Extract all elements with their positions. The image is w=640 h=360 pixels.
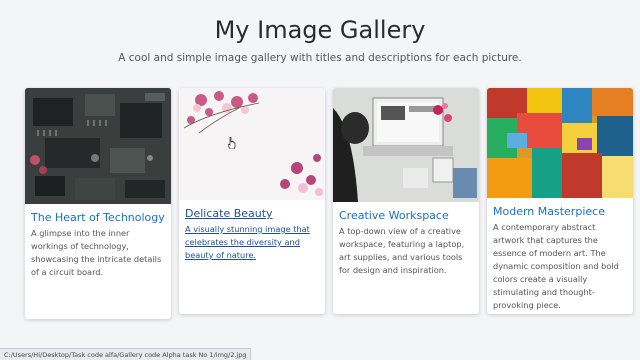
page-title: My Image Gallery	[214, 16, 426, 44]
card-description: A contemporary abstract artwork that cap…	[493, 222, 619, 310]
gallery-card[interactable]: Modern Masterpiece A contemporary abstra…	[487, 88, 633, 314]
workspace-image[interactable]	[333, 88, 479, 202]
abstract-painting-image[interactable]	[487, 88, 633, 198]
flowers-image[interactable]	[179, 88, 325, 200]
gallery: The Heart of Technology A glimpse into t…	[25, 88, 633, 319]
card-description: A top-down view of a creative workspace,…	[339, 226, 465, 275]
statusbar-url: C:/Users/Hi/Desktop/Task code alfa/Galle…	[0, 348, 252, 360]
card-title[interactable]: Delicate Beauty	[179, 200, 325, 223]
gallery-card[interactable]: Delicate Beauty A visually stunning imag…	[179, 88, 325, 314]
card-title[interactable]: The Heart of Technology	[25, 204, 171, 227]
card-title[interactable]: Creative Workspace	[333, 202, 479, 225]
hand-cursor-icon	[228, 137, 236, 149]
card-description: A visually stunning image that celebrate…	[185, 224, 310, 260]
card-description: A glimpse into the inner workings of tec…	[31, 228, 162, 277]
card-title[interactable]: Modern Masterpiece	[487, 198, 633, 221]
gallery-card[interactable]: Creative Workspace A top-down view of a …	[333, 88, 479, 314]
page-subtitle: A cool and simple image gallery with tit…	[118, 52, 522, 64]
gallery-card[interactable]: The Heart of Technology A glimpse into t…	[25, 88, 171, 319]
circuit-board-image[interactable]	[25, 88, 171, 204]
